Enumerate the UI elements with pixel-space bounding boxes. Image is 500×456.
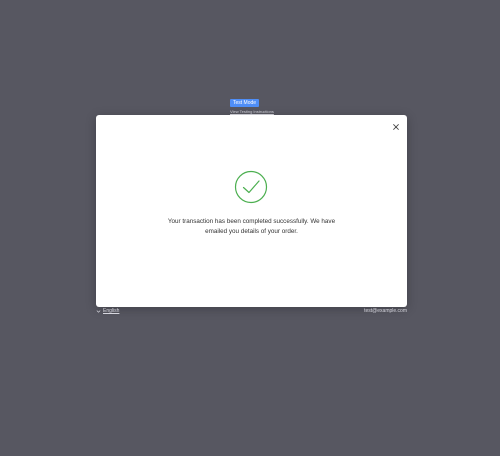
page: Test Mode View Testing Instructions Your… xyxy=(0,0,500,456)
chevron-down-icon xyxy=(96,310,101,313)
success-message: Your transaction has been completed succ… xyxy=(167,218,336,235)
success-modal: Your transaction has been completed succ… xyxy=(96,115,407,307)
close-button[interactable] xyxy=(391,122,401,132)
checkmark-circle-icon xyxy=(234,170,268,204)
language-label: English xyxy=(103,308,120,314)
user-email: test@example.com xyxy=(364,308,407,314)
testing-instructions-link[interactable]: View Testing Instructions xyxy=(230,109,274,114)
language-selector[interactable]: English xyxy=(96,308,119,315)
test-mode-badge: Test Mode xyxy=(230,99,260,107)
close-icon xyxy=(393,124,399,130)
